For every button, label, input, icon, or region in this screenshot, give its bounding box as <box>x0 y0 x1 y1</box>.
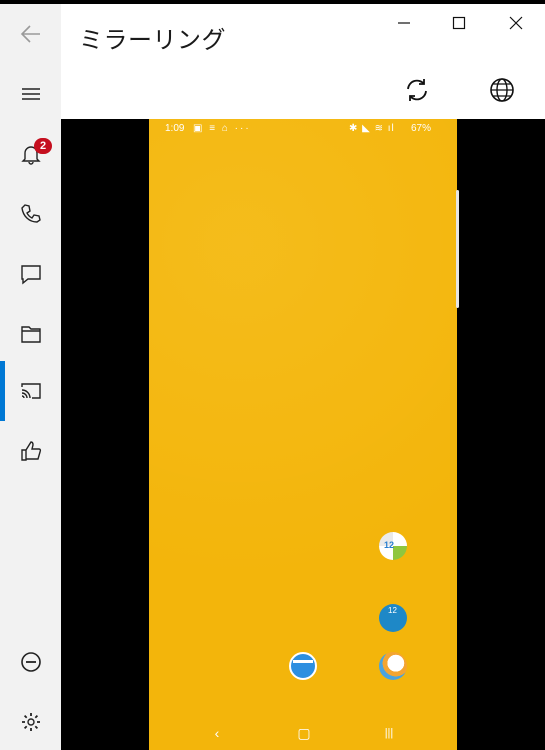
hamburger-icon <box>21 88 40 100</box>
dock-app-stripe <box>293 660 313 663</box>
phone-home-button[interactable]: ▢ <box>294 725 314 741</box>
phone-screen[interactable]: 1:09 ▣ ≡ ⌂ ··· ✱ ◣ ≋ ıl 67% 12 12 ‹ ▢ ||… <box>149 119 457 750</box>
thumbs-up-icon <box>20 441 41 461</box>
refresh-button[interactable] <box>397 70 437 110</box>
calendar-widget[interactable]: 12 <box>379 532 407 560</box>
phone-time: 1:09 <box>165 123 185 134</box>
do-not-disturb-button[interactable] <box>0 632 61 692</box>
globe-button[interactable] <box>482 70 522 110</box>
folder-icon <box>20 326 41 343</box>
weather-app[interactable] <box>379 652 407 680</box>
close-button[interactable] <box>492 6 540 40</box>
phone-recents-button[interactable]: ||| <box>379 725 399 741</box>
battery-level: 67% <box>411 123 432 134</box>
phone-status-bar: 1:09 ▣ ≡ ⌂ ··· ✱ ◣ ≋ ıl 67% <box>149 119 457 139</box>
status-icons-left: ▣ ≡ ⌂ ··· <box>193 123 251 134</box>
nav-rail: 2 <box>0 4 61 750</box>
clock-widget-label: 12 <box>388 606 397 615</box>
mirroring-button[interactable] <box>0 361 61 421</box>
messages-button[interactable] <box>0 244 61 304</box>
top-border <box>0 0 545 4</box>
calls-button[interactable] <box>0 184 61 244</box>
feedback-button[interactable] <box>0 421 61 481</box>
page-title: ミラーリング <box>79 27 226 54</box>
globe-icon <box>490 78 514 102</box>
minimize-icon <box>398 22 410 24</box>
menu-button[interactable] <box>0 64 61 124</box>
message-icon <box>20 265 41 285</box>
notifications-button[interactable]: 2 <box>0 124 61 184</box>
clock-widget[interactable]: 12 <box>379 604 407 632</box>
phone-back-button[interactable]: ‹ <box>207 725 227 741</box>
close-icon <box>509 16 523 30</box>
maximize-button[interactable] <box>435 6 483 40</box>
maximize-icon <box>452 16 466 30</box>
calendar-widget-label: 12 <box>384 540 395 550</box>
mirror-stage: 1:09 ▣ ≡ ⌂ ··· ✱ ◣ ≋ ıl 67% 12 12 ‹ ▢ ||… <box>61 119 545 750</box>
phone-icon <box>20 204 41 223</box>
phone-edge-handle[interactable] <box>456 190 459 308</box>
cast-icon <box>20 383 41 399</box>
minimize-button[interactable] <box>380 6 428 40</box>
back-arrow-icon <box>20 25 40 43</box>
notification-badge: 2 <box>34 138 52 154</box>
settings-button[interactable] <box>0 692 61 750</box>
gear-icon <box>21 713 40 731</box>
dock-app-blue[interactable] <box>289 652 317 680</box>
status-icons-right: ✱ ◣ ≋ ıl <box>349 123 395 134</box>
minus-circle-icon <box>20 652 41 672</box>
back-button[interactable] <box>0 4 61 64</box>
files-button[interactable] <box>0 304 61 364</box>
refresh-icon <box>407 79 427 101</box>
